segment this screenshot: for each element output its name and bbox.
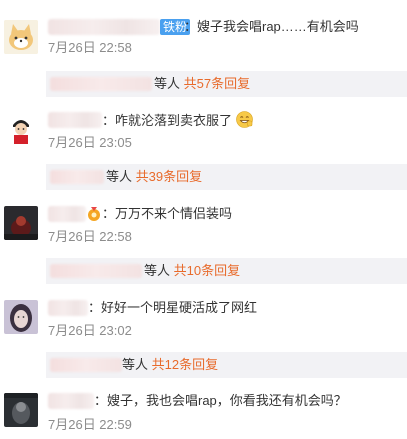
reply-summary[interactable]: 等人 共57条回复: [46, 71, 407, 97]
vip-medal-icon: [88, 207, 100, 221]
reply-count[interactable]: 共12条回复: [152, 357, 218, 372]
reply-summary[interactable]: 等人 共39条回复: [46, 164, 407, 190]
view-replies-link[interactable]: 等人 共57条回复: [154, 75, 250, 93]
username[interactable]: [48, 393, 94, 409]
avatar[interactable]: [4, 393, 38, 427]
grin-emoji-icon: [235, 111, 253, 128]
reply-users: [50, 77, 152, 91]
username[interactable]: [48, 300, 88, 316]
reply-count[interactable]: 共10条回复: [174, 263, 240, 278]
avatar[interactable]: [4, 20, 38, 54]
comment-text: ：万万不来个情侣装吗: [102, 206, 233, 221]
comment-text: ：好好一个明星硬活成了网红: [88, 300, 258, 315]
comment-time: 7月26日 22:58: [48, 229, 132, 244]
comment-time: 7月26日 22:59: [48, 417, 132, 432]
reply-count[interactable]: 共39条回复: [136, 169, 202, 184]
view-replies-link[interactable]: 等人 共39条回复: [106, 168, 202, 186]
reply-summary[interactable]: 等人 共12条回复: [46, 352, 407, 378]
reply-count[interactable]: 共57条回复: [184, 76, 250, 91]
username[interactable]: [48, 19, 160, 35]
comment-time: 7月26日 23:02: [48, 323, 132, 338]
reply-summary[interactable]: 等人 共10条回复: [46, 258, 407, 284]
avatar[interactable]: [4, 206, 38, 240]
reply-users: [50, 170, 104, 184]
comment-text: ：咋就沦落到卖衣服了: [102, 111, 253, 130]
view-replies-link[interactable]: 等人 共12条回复: [122, 356, 218, 374]
comment-time: 7月26日 22:58: [48, 40, 132, 55]
view-replies-link[interactable]: 等人 共10条回复: [144, 262, 240, 280]
reply-users: [50, 264, 142, 278]
username[interactable]: [48, 112, 102, 128]
avatar[interactable]: [4, 113, 38, 147]
comment-time: 7月26日 23:05: [48, 135, 132, 150]
username[interactable]: [48, 206, 86, 222]
avatar[interactable]: [4, 300, 38, 334]
reply-users: [50, 358, 122, 372]
comment-text: ：嫂子，我也会唱rap，你看我还有机会吗？: [94, 393, 347, 408]
comment-text: ：嫂子我会唱rap……有机会吗: [184, 19, 359, 34]
